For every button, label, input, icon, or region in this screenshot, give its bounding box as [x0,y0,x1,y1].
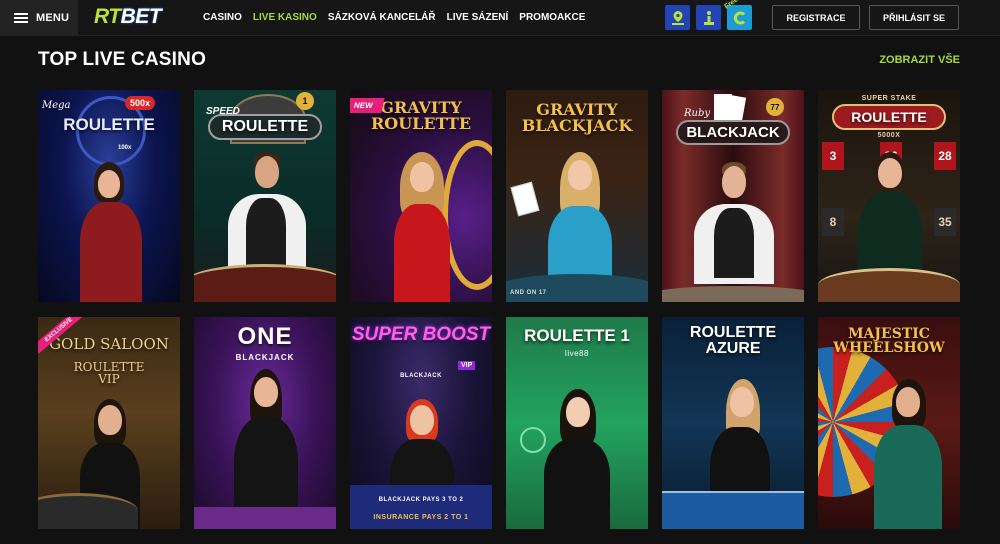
roulette-table-graphic [818,268,960,302]
blackjack-table-graphic [662,286,804,302]
nav-sazkova-kancelar[interactable]: SÁZKOVÁ KANCELÁŘ [328,12,436,23]
game-title: ROULETTE [832,104,946,131]
position-badge: 1 [296,92,314,110]
table-rule-text: AND ON 17 [510,290,547,296]
menu-button[interactable]: MENU [0,0,78,36]
menu-label: MENU [36,12,70,24]
game-title: SUPER BOOST [351,324,491,345]
game-card-one-blackjack[interactable]: ONE BLACKJACK [194,317,336,529]
game-card-gold-saloon[interactable]: GOLD SALOON ROULETTE VIP EXCLUSIVE [38,317,180,529]
game-card-super-stake-roulette[interactable]: SUPER STAKE ROULETTE 5000X 3 36 28 8 35 [818,90,960,302]
game-card-speed-roulette[interactable]: SPEED ROULETTE 1 [194,90,336,302]
game-title: ROULETTE 1 [524,326,630,345]
dealer-image [864,379,950,529]
game-title: GOLD SALOON [49,335,169,353]
game-prefix: Ruby [684,108,711,119]
dealer-image [690,162,778,302]
blackjack-table-graphic [506,274,648,302]
game-card-roulette-azure[interactable]: ROULETTE AZURE [662,317,804,529]
provider-label: live88 [565,349,589,358]
login-button[interactable]: PŘIHLÁSIT SE [869,5,959,30]
info-icon [703,10,714,25]
game-card-mega-roulette[interactable]: Mega ROULETTE 500x 100x [38,90,180,302]
roulette-table-graphic [662,491,804,529]
vip-badge: VIP [458,361,476,370]
dealer-image [224,369,308,529]
hamburger-icon [14,13,28,23]
nav-promoakce[interactable]: PROMOAKCE [519,12,585,23]
nav-live-kasino[interactable]: LIVE KASINO [253,12,317,23]
blackjack-table-graphic [350,485,492,529]
rtbet-logo[interactable]: RTBET [94,5,162,29]
game-title: MAJESTIC WHEELSHOW [833,326,945,357]
map-pin-button[interactable] [665,5,690,30]
multiplier-badge: 500x [125,96,156,110]
game-prefix: SUPER STAKE [861,95,917,102]
game-card-super-boost[interactable]: SUPER BOOST VIP BLACKJACK BLACKJACK PAYS… [350,317,492,529]
game-prefix: Mega [42,100,71,111]
multiplier-sub: 100x [118,145,132,151]
bonus-c-icon [733,11,745,24]
game-subtitle: BLACKJACK [400,373,442,379]
nav-casino[interactable]: CASINO [203,12,242,23]
dealer-image [534,389,620,529]
number-tile: 3 [822,142,844,170]
free-bonus-button[interactable] [727,5,752,30]
game-title: ROULETTE [63,115,155,134]
game-card-roulette-1[interactable]: ROULETTE 1 live88 [506,317,648,529]
game-card-gravity-roulette[interactable]: GRAVITY ROULETTE NEW [350,90,492,302]
game-title: BLACKJACK [676,120,790,146]
game-subtitle: ROULETTE VIP [73,360,145,387]
register-button[interactable]: REGISTRACE [772,5,860,30]
game-title: ONE [237,323,293,350]
game-title: ROULETTE [208,114,322,141]
game-grid: Mega ROULETTE 500x 100x SPEED ROULETTE 1… [38,90,960,529]
section-title: TOP LIVE CASINO [38,49,207,70]
number-tile: 8 [822,208,844,236]
show-all-link[interactable]: ZOBRAZIT VŠE [879,54,960,66]
game-card-majestic-wheelshow[interactable]: MAJESTIC WHEELSHOW [818,317,960,529]
main-nav: CASINO LIVE KASINO SÁZKOVÁ KANCELÁŘ LIVE… [203,12,585,23]
game-title: ROULETTE AZURE [689,324,777,358]
number-tile: 28 [934,142,956,170]
map-pin-icon [671,10,684,25]
game-multiplier: 5000X [877,132,901,139]
number-tile: 35 [934,208,956,236]
new-badge: NEW [350,98,385,113]
roulette-table-graphic [194,264,336,302]
blackjack-table-graphic [194,507,336,529]
dealer-image [76,162,146,302]
game-card-gravity-blackjack[interactable]: GRAVITY BLACKJACK AND ON 17 [506,90,648,302]
game-subtitle: BLACKJACK [235,353,295,362]
position-badge: 77 [766,98,784,116]
table-rule-text: INSURANCE PAYS 2 TO 1 [373,514,469,521]
info-button[interactable] [696,5,721,30]
dealer-image [380,152,464,302]
table-rule-text: BLACKJACK PAYS 3 TO 2 [378,497,464,503]
nav-live-sazeni[interactable]: LIVE SÁZENÍ [447,12,509,23]
game-title: GRAVITY BLACKJACK [521,100,633,136]
top-navigation-bar: MENU RTBET CASINO LIVE KASINO SÁZKOVÁ KA… [0,0,1000,36]
game-card-ruby-blackjack[interactable]: Ruby BLACKJACK 77 [662,90,804,302]
roulette-table-graphic [38,493,138,529]
